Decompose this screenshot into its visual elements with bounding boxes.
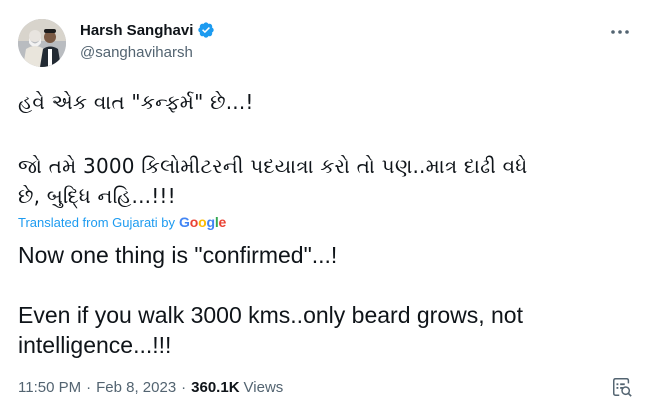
meta-separator: · [86,379,92,396]
tweet-time[interactable]: 11:50 PM [18,379,81,396]
more-dots-icon [611,30,629,34]
analytics-button[interactable] [611,376,633,398]
google-logo: Google [179,214,226,230]
meta-separator: · [181,379,187,396]
views-label: Views [243,379,284,396]
google-logo-letter: e [218,214,227,230]
translated-by-label: Translated from Gujarati by [18,214,176,230]
translated-text-line: Even if you walk 3000 kms..only beard gr… [18,302,523,328]
translated-by-link[interactable]: Translated from Gujarati by Google [18,214,226,230]
author-handle[interactable]: @sanghaviharsh [80,44,193,61]
analytics-icon [613,378,632,397]
google-logo-letter: o [189,214,199,230]
google-logo-letter: g [206,214,215,230]
translated-text-line: intelligence...!!! [18,332,172,358]
author-display-name[interactable]: Harsh Sanghavi [80,22,193,39]
more-options-button[interactable] [608,22,632,42]
avatar-photo [18,19,66,67]
author-name-row: Harsh Sanghavi [80,21,215,39]
tweet-meta: 11:50 PM · Feb 8, 2023 · 360.1K Views [18,379,283,396]
avatar[interactable] [18,19,66,67]
tweet-card: Harsh Sanghavi @sanghaviharsh હવે એક વાત… [0,0,650,411]
translated-text-line: Now one thing is "confirmed"...! [18,242,338,268]
original-text-line: જો તમે 3000 કિલોમીટરની પદયાત્રા કરો તો પ… [18,154,528,178]
tweet-date[interactable]: Feb 8, 2023 [96,379,176,396]
original-text-line: છે, બુદ્ધિ નહિ...!!! [18,184,176,208]
google-logo-letter: G [179,214,190,230]
original-text-line: હવે એક વાત "કન્ફર્મ" છે...! [18,90,254,114]
views-count: 360.1K [191,379,240,396]
verified-badge-icon [197,21,215,39]
